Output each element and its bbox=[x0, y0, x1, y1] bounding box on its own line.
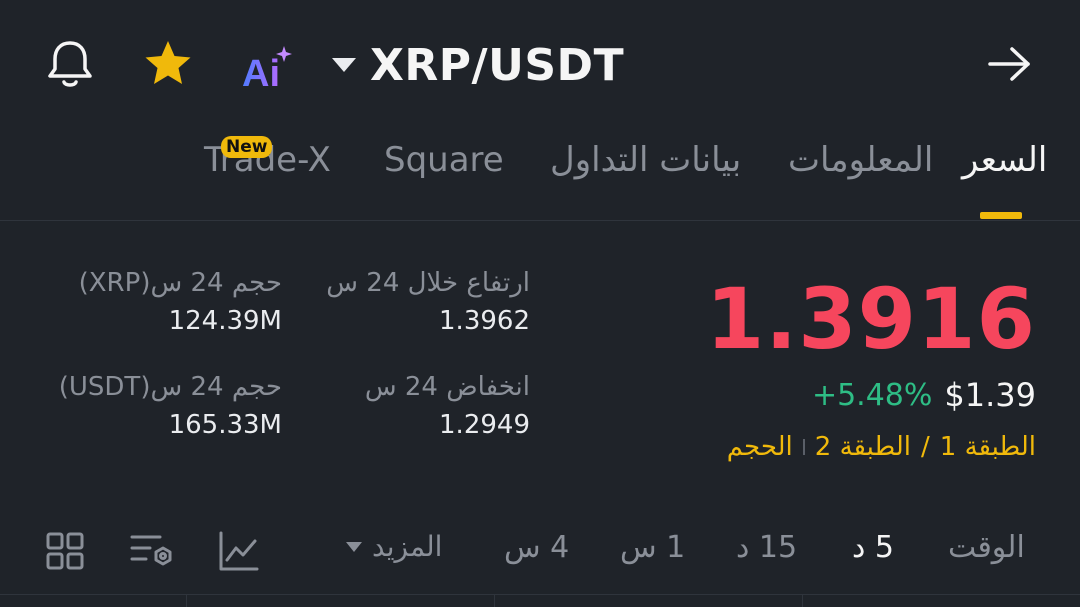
indicator-settings-icon[interactable] bbox=[130, 532, 174, 570]
stat-high: ارتفاع خلال 24 س 1.3962 bbox=[326, 268, 530, 336]
price-sub-row: +5.48% $1.39 bbox=[812, 376, 1036, 414]
stat-low-label: انخفاض 24 س bbox=[364, 372, 530, 402]
caret-down-icon bbox=[346, 541, 362, 552]
caret-down-icon bbox=[332, 58, 356, 72]
timeframe-5m[interactable]: 5 د bbox=[852, 530, 894, 565]
bell-icon[interactable] bbox=[44, 38, 96, 90]
stat-vol-xrp-label: حجم 24 س(XRP) bbox=[78, 268, 282, 298]
price-change-percent: +5.48% bbox=[811, 377, 933, 413]
svg-text:Ai: Ai bbox=[242, 53, 280, 92]
stat-low: انخفاض 24 س 1.2949 bbox=[365, 372, 530, 440]
grid-icon[interactable] bbox=[46, 532, 84, 570]
timeframe-1h[interactable]: 1 س bbox=[620, 530, 685, 565]
tag-layer-1[interactable]: الطبقة 1 bbox=[940, 432, 1036, 462]
timeframe-time[interactable]: الوقت bbox=[948, 530, 1025, 565]
new-badge: New bbox=[221, 136, 273, 158]
price-usd: $1.39 bbox=[944, 376, 1036, 414]
stat-vol-usdt: حجم 24 س(USDT) 165.33M bbox=[59, 372, 282, 440]
chart-icon[interactable] bbox=[218, 530, 260, 572]
more-timeframes-dropdown[interactable]: المزيد bbox=[346, 530, 442, 563]
tag-slash: / bbox=[921, 432, 930, 462]
timeframe-15m[interactable]: 15 د bbox=[736, 530, 797, 565]
tag-layer-2[interactable]: الطبقة 2 bbox=[815, 432, 911, 462]
tags-row: الطبقة 1 / الطبقة 2 الحجم bbox=[727, 432, 1036, 462]
timeframe-4h[interactable]: 4 س bbox=[504, 530, 569, 565]
bottom-border bbox=[0, 594, 1080, 607]
pair-title: XRP/USDT bbox=[370, 39, 625, 91]
more-label: المزيد bbox=[372, 530, 443, 563]
active-tab-indicator bbox=[980, 212, 1022, 219]
tab-trading-data[interactable]: بيانات التداول bbox=[550, 140, 741, 180]
tab-price[interactable]: السعر bbox=[962, 140, 1047, 180]
stat-high-value: 1.3962 bbox=[439, 306, 530, 336]
bottom-divider bbox=[186, 594, 187, 607]
arrow-right-icon[interactable] bbox=[986, 42, 1034, 86]
stat-vol-xrp-value: 124.39M bbox=[168, 306, 282, 336]
bottom-divider bbox=[802, 594, 803, 607]
star-icon[interactable] bbox=[142, 38, 194, 90]
stat-high-label: ارتفاع خلال 24 س bbox=[326, 268, 530, 298]
stat-vol-usdt-label: حجم 24 س(USDT) bbox=[58, 372, 282, 402]
ai-icon[interactable]: Ai bbox=[240, 42, 296, 92]
tab-square[interactable]: Square bbox=[384, 140, 504, 180]
stat-low-value: 1.2949 bbox=[439, 410, 530, 440]
stat-vol-usdt-value: 165.33M bbox=[168, 410, 282, 440]
pair-selector[interactable]: XRP/USDT bbox=[332, 36, 624, 94]
tag-volume[interactable]: الحجم bbox=[727, 432, 793, 462]
tab-info[interactable]: المعلومات bbox=[788, 140, 933, 180]
tabs-divider bbox=[0, 220, 1080, 221]
last-price: 1.3916 bbox=[705, 270, 1036, 368]
tag-separator bbox=[802, 439, 805, 455]
stat-vol-xrp: حجم 24 س(XRP) 124.39M bbox=[79, 268, 282, 336]
bottom-divider bbox=[494, 594, 495, 607]
